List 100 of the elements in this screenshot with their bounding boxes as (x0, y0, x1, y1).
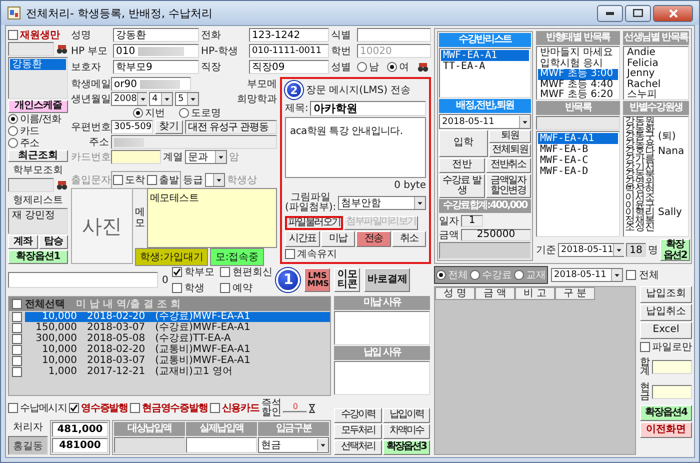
checkbox[interactable] (12, 299, 22, 309)
checkbox[interactable] (12, 367, 22, 377)
text-field[interactable] (536, 116, 620, 130)
text-field[interactable]: 123-1242 (249, 28, 329, 42)
list-item[interactable]: 강가름 (625, 156, 687, 164)
reason-field[interactable] (334, 361, 430, 395)
file-button[interactable]: 파일불러오기 (285, 216, 344, 230)
history-button[interactable]: 수강이력 (334, 408, 382, 423)
dropdown[interactable]: 2008 (111, 92, 147, 106)
text-field[interactable]: 대전 유성구 관평동 (185, 120, 277, 134)
list-item[interactable]: 입학시험 응시 (538, 58, 618, 69)
list-item[interactable]: Rachel (625, 80, 687, 90)
list-item[interactable]: 10,000 2018-03-07 (교통비)MWF-EA-A1 (25, 356, 330, 366)
photo-upload-field[interactable]: 사진 (71, 188, 133, 264)
list-item[interactable]: 강동환 (10, 59, 66, 70)
list-item[interactable]: 10,000 2018-02-20 (수강료)MWF-EA-A1 (25, 312, 330, 322)
close-button[interactable] (653, 4, 693, 22)
radio-button[interactable] (8, 138, 18, 148)
payment-button[interactable]: 납입취소 (640, 304, 692, 321)
payment-button[interactable]: 납입조회 (640, 286, 692, 303)
dropdown[interactable]: 2018-05-11 (439, 114, 531, 129)
checkbox[interactable] (12, 312, 22, 322)
text-field[interactable] (357, 28, 431, 42)
text-field[interactable]: 010 (113, 44, 199, 58)
radio-button[interactable] (470, 270, 480, 280)
option-button[interactable]: 확장옵션1 (8, 250, 68, 264)
text-field[interactable]: or90 (111, 77, 191, 91)
history-button[interactable]: 납입이력 (382, 408, 430, 423)
radio-button[interactable] (179, 108, 189, 118)
list-item[interactable]: Jenny (625, 69, 687, 80)
list-item[interactable]: MWF 초등 3:00 (538, 69, 618, 80)
search-field[interactable] (8, 42, 54, 56)
list-item[interactable]: Felicia (625, 58, 687, 69)
list-item[interactable]: 반마들지 마세요 (538, 48, 618, 58)
checkbox[interactable] (147, 174, 157, 184)
list-item[interactable]: 이혁리 Sally (625, 209, 687, 217)
dropdown[interactable]: 현금 (258, 437, 329, 453)
list-item[interactable]: Andie (625, 48, 687, 58)
checkbox[interactable] (113, 174, 123, 184)
action-button[interactable]: 미납 (320, 231, 355, 247)
radio-button[interactable] (8, 126, 18, 136)
extension-button[interactable]: 확장 옵션2 (660, 239, 690, 261)
reason-field[interactable] (334, 311, 430, 345)
text-field[interactable]: 강동환 (113, 28, 199, 42)
checkbox[interactable] (640, 342, 650, 352)
checkbox[interactable] (12, 334, 22, 344)
maximize-button[interactable] (625, 4, 651, 22)
amount-field[interactable] (186, 437, 257, 453)
checkbox[interactable] (8, 30, 18, 40)
payment-button[interactable]: Excel (640, 322, 692, 339)
checkbox[interactable] (172, 267, 182, 277)
list-item[interactable]: 1,000 2017-12-21 (교재비)고1 영어 (25, 367, 330, 377)
list-item[interactable]: MWF-EA-C (538, 155, 618, 166)
checkbox[interactable] (220, 267, 230, 277)
radio-button[interactable] (357, 62, 367, 72)
text-field[interactable] (111, 135, 277, 149)
dropdown[interactable]: 2018-05-11 (558, 243, 624, 257)
list-item[interactable]: 10,000 2018-02-20 (교통비)MWF-EA-A1 (25, 345, 330, 355)
checkbox[interactable] (69, 403, 80, 413)
dropdown[interactable]: 문과 (185, 150, 227, 164)
radio-button[interactable] (436, 270, 446, 280)
text-field[interactable]: 직장09 (249, 60, 329, 74)
discount-button[interactable]: 금액일자 할인변경 (486, 174, 531, 198)
text-field[interactable]: 305-509 (111, 120, 153, 134)
text-field[interactable]: 1 (461, 214, 483, 226)
list-item[interactable]: 스누피 (625, 90, 687, 99)
find-button[interactable]: 찾기 (155, 120, 183, 134)
message-field[interactable] (8, 272, 158, 288)
minimize-button[interactable] (597, 4, 623, 22)
enroll-button[interactable]: 입학 (439, 130, 488, 157)
history-button[interactable]: 확장옵션3 (382, 440, 430, 455)
list-item[interactable]: 강동북 (625, 171, 687, 179)
list-item[interactable]: MWF-EA-A1 (441, 50, 529, 61)
recent-lookup-button[interactable]: 최근조회 (8, 150, 68, 162)
checkbox[interactable] (12, 345, 22, 355)
checkbox[interactable] (8, 403, 18, 413)
message-body-field[interactable]: aca학원 특강 안내입니다. (285, 117, 426, 178)
checkbox[interactable] (172, 283, 182, 293)
action-button[interactable]: 전송 (356, 231, 390, 247)
subject-field[interactable]: 아카학원 (310, 100, 426, 116)
dropdown[interactable]: 4 (149, 92, 173, 106)
dropdown[interactable]: 2018-05-11 (551, 268, 623, 282)
action-button[interactable]: 취소 (392, 231, 426, 247)
memo-field[interactable]: 메모테스트 (147, 188, 277, 248)
checkbox[interactable] (12, 323, 22, 333)
dropdown[interactable]: 첨부안함 (338, 196, 426, 210)
radio-button[interactable] (8, 114, 18, 124)
radio-button[interactable] (387, 62, 397, 72)
checkbox[interactable] (626, 270, 636, 280)
option-button[interactable]: 계좌 (8, 235, 38, 249)
list-item[interactable]: 재 강민정 (10, 210, 66, 221)
list-item[interactable]: MWF-EA-A1 (538, 133, 618, 144)
list-item[interactable]: MWF 초등 4:40 (538, 80, 618, 90)
text-field[interactable]: 010-1111-0011 (249, 44, 329, 58)
action-button[interactable]: 시간표 (285, 231, 320, 247)
amount-field[interactable] (114, 437, 185, 453)
withdraw-button[interactable]: 퇴원 (488, 130, 531, 143)
list-item[interactable]: 강기서 (625, 164, 687, 172)
fee-button[interactable]: 수강료 발생 (439, 174, 484, 198)
history-button[interactable]: 차액미수 (382, 424, 430, 439)
